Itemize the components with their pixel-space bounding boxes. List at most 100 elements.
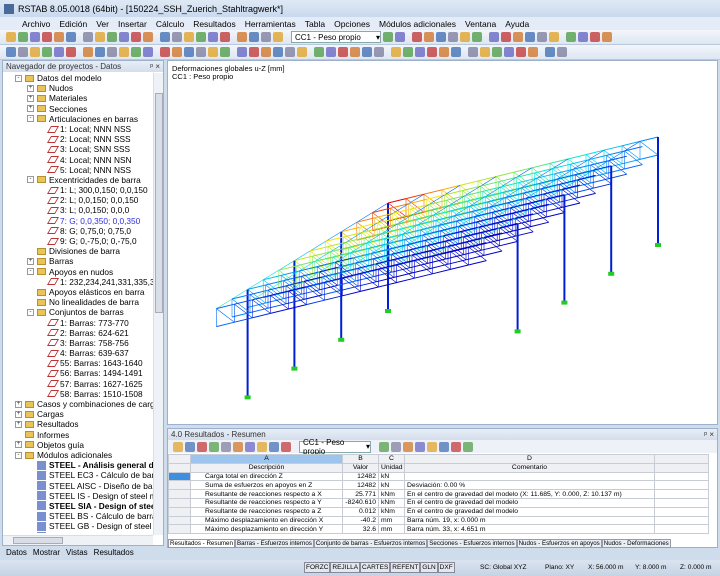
toolbar-button[interactable] [448, 32, 458, 42]
toolbar-button[interactable] [237, 47, 247, 57]
toolbar-button[interactable] [297, 47, 307, 57]
toolbar-button[interactable] [403, 47, 413, 57]
tree-item[interactable]: 57: Barras: 1627-1625 [3, 379, 153, 389]
toolbar-button[interactable] [66, 47, 76, 57]
toolbar-button[interactable] [119, 32, 129, 42]
results-toolbar-button[interactable] [269, 442, 279, 452]
value-cell[interactable]: 12482 [343, 472, 379, 481]
toolbar-button[interactable] [557, 47, 567, 57]
menu-item[interactable]: Ayuda [505, 19, 529, 29]
expand-icon[interactable]: + [27, 95, 34, 102]
unit-cell[interactable]: mm [379, 516, 405, 525]
description-cell[interactable]: Suma de esfuerzos en apoyos en Z [191, 481, 343, 490]
toolbar-button[interactable] [54, 32, 64, 42]
toolbar-button[interactable] [42, 32, 52, 42]
toolbar-button[interactable] [525, 32, 535, 42]
table-row[interactable]: Carga total en dirección Z12482kN [169, 472, 709, 481]
tree-item[interactable]: -Apoyos en nudos [3, 267, 153, 277]
tree-item[interactable]: STEEL AISC - Diseño de barras de a [3, 481, 153, 491]
tree-item[interactable]: 8: G; 0,75,0; 0,75,0 [3, 226, 153, 236]
toolbar-button[interactable] [468, 47, 478, 57]
row-header[interactable] [169, 472, 191, 481]
results-toolbar-button[interactable] [463, 442, 473, 452]
close-icon[interactable]: ᵖ × [704, 430, 714, 439]
toolbar-button[interactable] [131, 47, 141, 57]
tree-item[interactable]: 3: Local; SNN SSS [3, 144, 153, 154]
toolbar-button[interactable] [537, 32, 547, 42]
toolbar-button[interactable] [489, 32, 499, 42]
toolbar-button[interactable] [143, 47, 153, 57]
results-tab[interactable]: Conjunto de barras - Esfuerzos internos [314, 539, 427, 548]
unit-cell[interactable]: mm [379, 525, 405, 534]
tree-item[interactable]: STEEL SIA - Design of steel mem [3, 501, 153, 511]
results-tab[interactable]: Secciones - Esfuerzos internos [427, 539, 516, 548]
toolbar-button[interactable] [172, 32, 182, 42]
toolbar-button[interactable] [184, 47, 194, 57]
toolbar-button[interactable] [451, 47, 461, 57]
toolbar-button[interactable] [374, 47, 384, 57]
menu-item[interactable]: Edición [59, 19, 87, 29]
close-icon[interactable]: ᵖ × [150, 62, 160, 71]
toolbar-button[interactable] [249, 32, 259, 42]
collapse-icon[interactable]: - [27, 115, 34, 122]
tree-item[interactable]: 2: Local; NNN SSS [3, 134, 153, 144]
value-cell[interactable]: -40.2 [343, 516, 379, 525]
unit-cell[interactable]: kNm [379, 498, 405, 507]
toolbar-button[interactable] [350, 47, 360, 57]
description-cell[interactable]: Máximo desplazamiento en dirección X [191, 516, 343, 525]
toolbar-button[interactable] [472, 32, 482, 42]
toolbar-button[interactable] [6, 32, 16, 42]
results-tab[interactable]: Resultados - Resumen [168, 539, 235, 548]
expand-icon[interactable]: + [15, 441, 22, 448]
expand-icon[interactable]: + [15, 421, 22, 428]
menu-item[interactable]: Cálculo [156, 19, 184, 29]
results-toolbar-button[interactable] [197, 442, 207, 452]
expand-icon[interactable]: + [27, 105, 34, 112]
toolbar-button[interactable] [208, 47, 218, 57]
collapse-icon[interactable]: - [27, 309, 34, 316]
comment-cell[interactable]: En el centro de gravedad del modelo [405, 498, 655, 507]
results-loadcase-select[interactable]: CC1 - Peso propio▾ [299, 441, 371, 453]
collapse-icon[interactable]: - [27, 176, 34, 183]
results-toolbar-button[interactable] [233, 442, 243, 452]
toolbar-button[interactable] [602, 32, 612, 42]
description-cell[interactable]: Resultante de reacciones respecto a Z [191, 507, 343, 516]
comment-cell[interactable]: Barra núm. 19, x: 0.000 m [405, 516, 655, 525]
toolbar-button[interactable] [566, 32, 576, 42]
row-header[interactable] [169, 498, 191, 507]
expand-icon[interactable]: + [27, 85, 34, 92]
tree-item[interactable]: +Objetos guía [3, 440, 153, 450]
tree-item[interactable]: -Conjuntos de barras [3, 307, 153, 317]
tree-item[interactable]: -Excentricidades de barra [3, 175, 153, 185]
comment-cell[interactable]: Desviación: 0.00 % [405, 481, 655, 490]
tree-item[interactable]: No linealidades de barra [3, 297, 153, 307]
tree-item[interactable]: 2: Barras: 624-621 [3, 328, 153, 338]
toolbar-button[interactable] [220, 32, 230, 42]
tree-item[interactable]: +Resultados [3, 419, 153, 429]
row-header[interactable] [169, 481, 191, 490]
toolbar-button[interactable] [338, 47, 348, 57]
tree-item[interactable]: +Cargas [3, 409, 153, 419]
toolbar-button[interactable] [395, 32, 405, 42]
structure-model[interactable] [168, 61, 717, 424]
toolbar-button[interactable] [83, 32, 93, 42]
table-row[interactable]: Resultante de reacciones respecto a X25.… [169, 490, 709, 499]
toolbar-button[interactable] [427, 47, 437, 57]
results-toolbar-button[interactable] [173, 442, 183, 452]
results-toolbar-button[interactable] [185, 442, 195, 452]
toolbar-button[interactable] [391, 47, 401, 57]
tree-item[interactable]: 4: Barras: 639-637 [3, 348, 153, 358]
tree-item[interactable]: +Materiales [3, 93, 153, 103]
tree-item[interactable]: 5: Local; NNN NSS [3, 165, 153, 175]
collapse-icon[interactable]: - [15, 452, 22, 459]
comment-cell[interactable] [405, 472, 655, 481]
toolbar-button[interactable] [6, 47, 16, 57]
tree-item[interactable]: 1: Barras: 773-770 [3, 318, 153, 328]
description-cell[interactable]: Máximo desplazamiento en dirección Y [191, 525, 343, 534]
toolbar-button[interactable] [436, 32, 446, 42]
tree-item[interactable]: Divisiones de barra [3, 246, 153, 256]
table-row[interactable]: Máximo desplazamiento en dirección X-40.… [169, 516, 709, 525]
toolbar-button[interactable] [143, 32, 153, 42]
expand-icon[interactable]: + [15, 411, 22, 418]
status-toggle-dxf[interactable]: DXF [438, 562, 455, 573]
